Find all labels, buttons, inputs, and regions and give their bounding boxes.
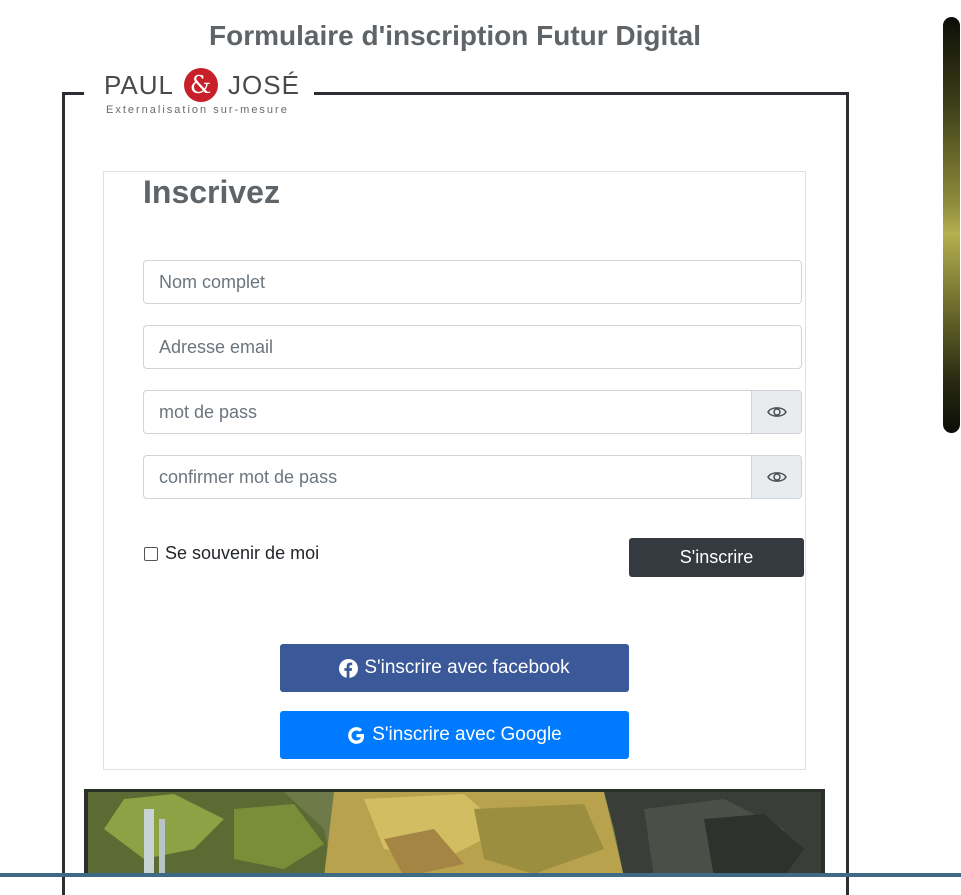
eye-icon (766, 472, 787, 482)
facebook-signup-button[interactable]: S'inscrire avec facebook (280, 644, 629, 692)
password-input[interactable] (144, 391, 751, 433)
brand-logo: PAUL & JOSÉ Externalisation sur-mesure (104, 66, 304, 122)
full-name-field (143, 260, 802, 304)
logo-right-word: JOSÉ (228, 69, 300, 100)
confirm-password-field (143, 455, 802, 499)
eye-icon (766, 407, 787, 417)
confirm-password-input[interactable] (144, 456, 751, 498)
signup-button[interactable]: S'inscrire (629, 538, 804, 577)
facebook-signup-label: S'inscrire avec facebook (364, 657, 570, 678)
google-signup-button[interactable]: S'inscrire avec Google (280, 711, 629, 759)
logo-wordmark: PAUL & JOSÉ (104, 68, 300, 102)
logo-tagline: Externalisation sur-mesure (106, 104, 289, 116)
show-password-button[interactable] (751, 391, 801, 433)
google-signup-label: S'inscrire avec Google (372, 724, 562, 745)
full-name-input[interactable] (144, 261, 801, 303)
logo-ampersand-badge: & (184, 68, 218, 102)
google-icon (347, 726, 366, 745)
facebook-icon (339, 658, 359, 678)
email-field (143, 325, 802, 369)
remember-me-checkbox[interactable] (144, 546, 158, 561)
password-field (143, 390, 802, 434)
email-input[interactable] (144, 326, 801, 368)
vertical-scrollbar[interactable] (943, 17, 960, 433)
logo-left-word: PAUL (104, 69, 174, 100)
show-confirm-password-button[interactable] (751, 456, 801, 498)
remember-me: Se souvenir de moi (144, 543, 319, 564)
form-heading: Inscrivez (143, 174, 280, 210)
window-bottom-edge (0, 873, 961, 877)
page-title: Formulaire d'inscription Futur Digital (208, 20, 701, 51)
remember-me-label[interactable]: Se souvenir de moi (165, 543, 319, 564)
waterfall-photo (84, 789, 825, 877)
